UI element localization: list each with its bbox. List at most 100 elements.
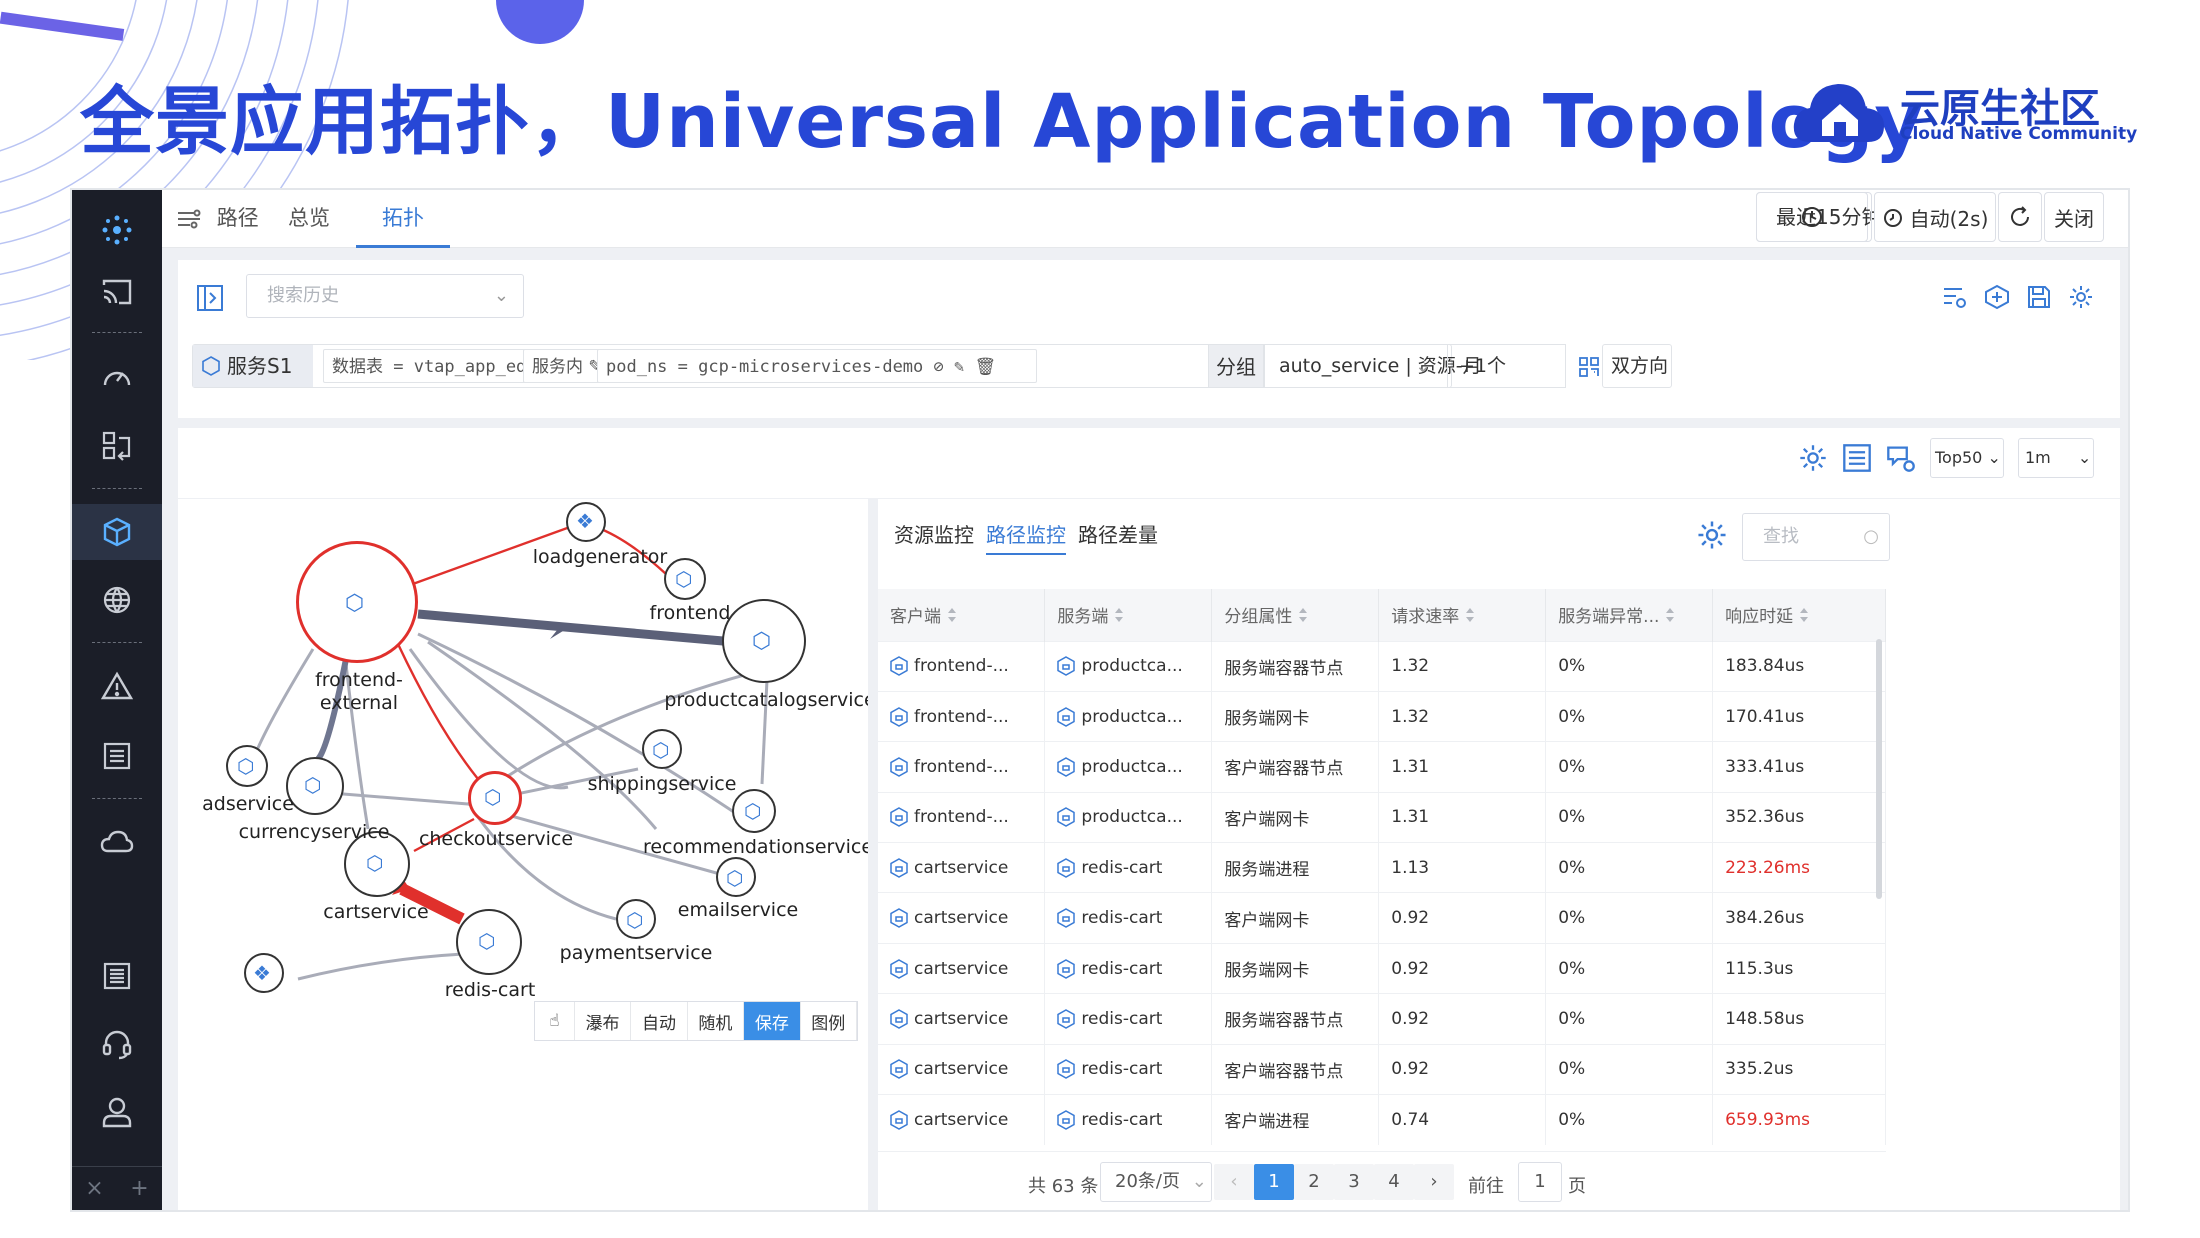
collapse-icon[interactable]: × xyxy=(85,1176,103,1201)
tab-path-monitor[interactable]: 路径监控 xyxy=(986,519,1066,555)
cell-value: 148.58us xyxy=(1725,1008,1805,1029)
gear-icon[interactable] xyxy=(1696,519,1728,551)
goto-page-input[interactable]: 1 xyxy=(1518,1162,1562,1202)
table-row[interactable]: frontend-... productca... 服务端网卡 1.32 0% 170.4… xyxy=(878,690,1886,742)
direction-select[interactable]: 双方向 xyxy=(1602,344,1672,388)
panel-toggle-icon[interactable] xyxy=(196,284,224,312)
column-header[interactable]: 客户端 xyxy=(878,589,1046,641)
sort-icon[interactable] xyxy=(947,607,957,628)
table-cell-client: cartservice xyxy=(878,1094,1046,1145)
view-icon[interactable] xyxy=(1984,284,2010,310)
table-row[interactable]: cartservice redis-cart 服务端进程 1.13 0% 223.26ms xyxy=(878,842,1886,893)
alert-icon[interactable] xyxy=(72,658,162,714)
table-cell-client: frontend-... xyxy=(878,690,1046,742)
layout-auto-button[interactable]: 自动 xyxy=(631,1002,688,1040)
service-selector[interactable]: 服务S1 xyxy=(193,345,313,387)
column-header[interactable]: 请求速率 xyxy=(1378,589,1547,641)
layout-waterfall-button[interactable]: 瀑布 xyxy=(575,1002,632,1040)
tab-resource-monitor[interactable]: 资源监控 xyxy=(894,519,974,555)
tab-path[interactable]: 路径 xyxy=(176,190,259,248)
switch-icon[interactable] xyxy=(72,418,162,474)
sort-icon[interactable] xyxy=(1665,607,1675,628)
prev-page-button[interactable]: ‹ xyxy=(1214,1164,1254,1200)
topology-cube-icon[interactable] xyxy=(72,504,162,560)
table-row[interactable]: cartservice redis-cart 客户端容器节点 0.92 0% 335.2u… xyxy=(878,1043,1886,1095)
topology-graph[interactable]: ⬡ ⬡ ❖ ⬡ ⬡ ⬡ ⬡ ⬡ ⬡ ⬡ ⬡ ⬡ ⬡ ❖ loadgenerato… xyxy=(178,498,876,1210)
app-logo-icon[interactable] xyxy=(72,202,162,258)
close-button[interactable]: 关闭 xyxy=(2044,192,2104,242)
page-button[interactable]: 2 xyxy=(1294,1164,1334,1200)
support-headset-icon[interactable] xyxy=(72,1016,162,1072)
layout-random-button[interactable]: 随机 xyxy=(688,1002,745,1040)
panel-splitter[interactable] xyxy=(868,498,878,1210)
next-page-button[interactable]: › xyxy=(1414,1164,1454,1200)
pointer-hand-icon[interactable]: ☝ xyxy=(535,1002,575,1040)
save-icon[interactable] xyxy=(2026,284,2052,310)
sort-icon[interactable] xyxy=(1799,607,1809,628)
column-header-label: 客户端 xyxy=(890,607,941,627)
add-icon[interactable]: + xyxy=(130,1176,148,1201)
save-layout-button[interactable]: 保存 xyxy=(744,1002,801,1040)
sort-icon[interactable] xyxy=(1465,607,1475,628)
column-header[interactable]: 分组属性 xyxy=(1211,589,1380,641)
search-input[interactable]: 查找 ○ xyxy=(1742,513,1890,561)
table-row[interactable]: frontend-... productca... 客户端容器节点 1.31 0% 333… xyxy=(878,741,1886,793)
table-row[interactable]: frontend-... productca... 服务端容器节点 1.32 0% 183… xyxy=(878,640,1886,692)
table-row[interactable]: frontend-... productca... 客户端网卡 1.31 0% 352.3… xyxy=(878,791,1886,843)
node-label: frontend xyxy=(649,602,731,624)
column-header[interactable]: 服务端 xyxy=(1044,589,1213,641)
topn-select[interactable]: Top50 ⌄ xyxy=(1930,438,2004,478)
list-icon[interactable] xyxy=(72,728,162,784)
page-size-select[interactable]: 20条/页 ⌄ xyxy=(1100,1162,1212,1202)
table-scrollbar[interactable] xyxy=(1876,639,1882,899)
time-range-frame[interactable] xyxy=(1756,192,1872,242)
table-cell-group: 服务端进程 xyxy=(1211,842,1380,893)
table-cell-group: 服务端网卡 xyxy=(1211,690,1380,742)
service-icon xyxy=(890,757,914,777)
group-select[interactable]: auto_service | 资源-月 ⌄ +1个 xyxy=(1264,344,1566,388)
filter-chip-namespace[interactable]: pod_ns = gcp-microservices-demo ⊘ ✎ 🗑 xyxy=(597,349,1038,383)
column-header[interactable]: 响应时延 xyxy=(1712,589,1886,641)
gear-icon[interactable] xyxy=(1798,443,1828,473)
globe-icon[interactable] xyxy=(72,572,162,628)
community-logo: 云原生社区 Cloud Native Community xyxy=(1792,72,2137,152)
filter-settings-icon[interactable] xyxy=(1942,284,1968,310)
layout-icon[interactable] xyxy=(1886,443,1916,473)
cloud-icon[interactable] xyxy=(72,814,162,870)
table-row[interactable]: cartservice redis-cart 服务端网卡 0.92 0% 115.3us xyxy=(878,942,1886,994)
column-header[interactable]: 服务端异常... xyxy=(1545,589,1714,641)
table-cell-server: redis-cart xyxy=(1044,1043,1213,1095)
table-cell-server: productca... xyxy=(1044,640,1213,692)
table-cell-err: 0% xyxy=(1545,690,1714,742)
gear-icon[interactable] xyxy=(2068,284,2094,310)
qr-grid-icon[interactable] xyxy=(1578,356,1600,378)
tab-overview[interactable]: 总览 xyxy=(288,190,330,248)
table-list-icon[interactable] xyxy=(1842,443,1872,473)
report-icon[interactable] xyxy=(72,948,162,1004)
cast-icon[interactable] xyxy=(72,264,162,320)
table-row[interactable]: cartservice redis-cart 服务端容器节点 0.92 0% 148.58… xyxy=(878,993,1886,1045)
table-cell-server: redis-cart xyxy=(1044,942,1213,994)
sort-icon[interactable] xyxy=(1298,607,1308,628)
user-icon[interactable] xyxy=(72,1084,162,1140)
cell-value: 1.31 xyxy=(1391,807,1430,828)
page-button[interactable]: 3 xyxy=(1334,1164,1374,1200)
page-button[interactable]: 4 xyxy=(1374,1164,1414,1200)
table-row[interactable]: cartservice redis-cart 客户端网卡 0.92 0% 384.26us xyxy=(878,892,1886,944)
auto-refresh-button[interactable]: 自动(2s) xyxy=(1874,192,1996,242)
tab-path-diff[interactable]: 路径差量 xyxy=(1078,519,1158,555)
sort-icon[interactable] xyxy=(1114,607,1124,628)
table-cell-rate: 0.92 xyxy=(1378,1043,1547,1095)
service-icon xyxy=(1057,1110,1081,1130)
refresh-button[interactable] xyxy=(1998,192,2042,242)
query-actions xyxy=(1942,284,2094,310)
cell-value: 服务端网卡 xyxy=(1224,709,1310,730)
table-row[interactable]: cartservice redis-cart 客户端进程 0.74 0% 659.93ms xyxy=(878,1094,1886,1145)
legend-button[interactable]: 图例 xyxy=(801,1002,857,1040)
tab-topology[interactable]: 拓扑 xyxy=(356,190,450,248)
cell-value: 客户端容器节点 xyxy=(1224,1061,1344,1082)
dashboard-gauge-icon[interactable] xyxy=(72,348,162,404)
page-button[interactable]: 1 xyxy=(1254,1164,1294,1200)
interval-select[interactable]: 1m ⌄ xyxy=(2018,438,2094,478)
search-history-select[interactable]: 搜索历史 ⌄ xyxy=(246,274,524,318)
